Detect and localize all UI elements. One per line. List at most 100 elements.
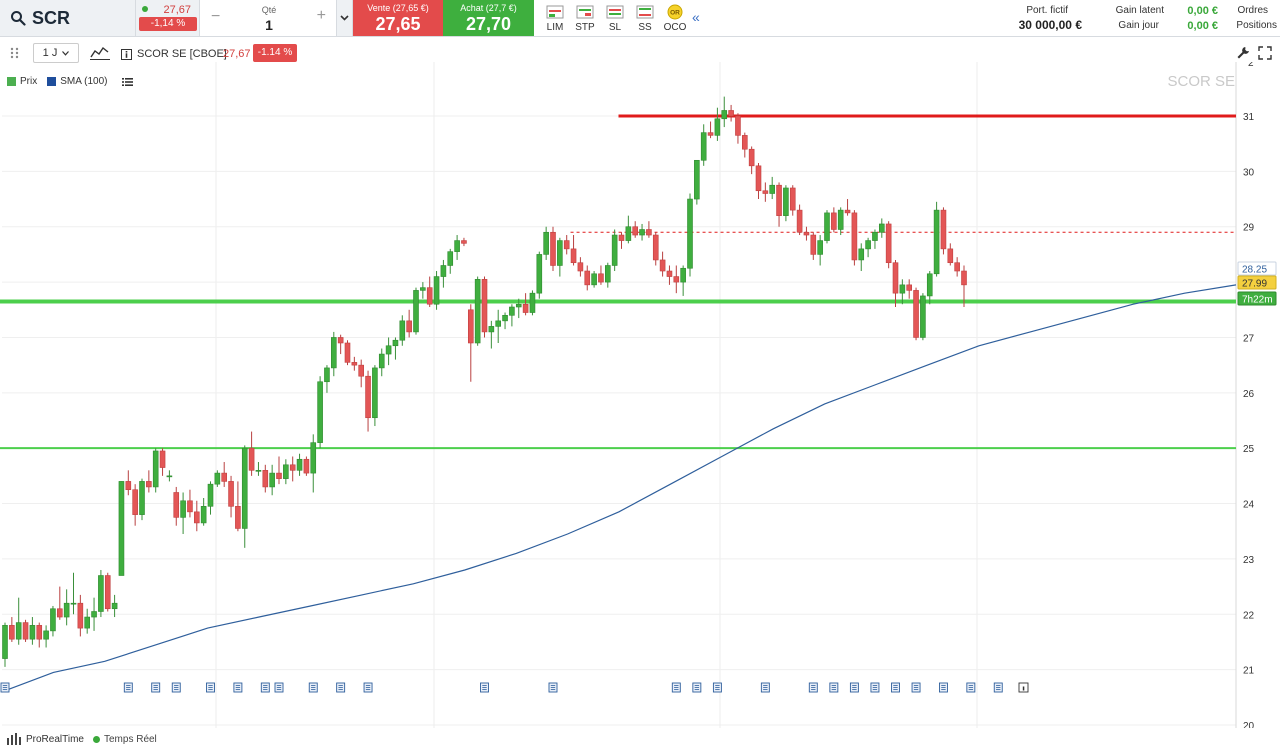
news-marker-icon[interactable] bbox=[692, 682, 702, 693]
candle-body[interactable] bbox=[125, 481, 132, 491]
candle-body[interactable] bbox=[91, 611, 97, 618]
candle-body[interactable] bbox=[796, 209, 803, 233]
candle-body[interactable] bbox=[15, 622, 22, 640]
candle-body[interactable] bbox=[426, 287, 433, 305]
candle-body[interactable] bbox=[680, 267, 686, 283]
period-selector[interactable]: 1 J bbox=[33, 43, 79, 63]
news-marker-icon[interactable] bbox=[308, 682, 318, 693]
candle-body[interactable] bbox=[29, 625, 36, 640]
quantity-stepper[interactable]: − Qté 1 + bbox=[201, 0, 337, 36]
chart-type-icon[interactable] bbox=[89, 45, 111, 66]
order-type-sl[interactable]: SL bbox=[600, 0, 630, 36]
candle-body[interactable] bbox=[646, 229, 652, 236]
candle-body[interactable] bbox=[584, 270, 591, 286]
candle-body[interactable] bbox=[310, 442, 317, 474]
candle-body[interactable] bbox=[146, 481, 152, 488]
news-marker-icon[interactable] bbox=[548, 682, 558, 693]
wrench-icon[interactable] bbox=[1236, 46, 1250, 65]
candle-body[interactable] bbox=[755, 165, 762, 192]
symbol-search[interactable]: SCR bbox=[0, 0, 136, 36]
candle-body[interactable] bbox=[358, 364, 365, 377]
candle-body[interactable] bbox=[187, 500, 193, 513]
candle-body[interactable] bbox=[577, 262, 584, 272]
candle-body[interactable] bbox=[433, 276, 440, 305]
news-marker-icon[interactable] bbox=[849, 682, 859, 693]
candle-body[interactable] bbox=[221, 472, 227, 482]
candle-body[interactable] bbox=[831, 212, 837, 230]
candle-body[interactable] bbox=[673, 276, 680, 283]
candle-body[interactable] bbox=[461, 240, 467, 244]
candle-body[interactable] bbox=[632, 226, 639, 236]
candle-body[interactable] bbox=[550, 231, 556, 266]
candle-body[interactable] bbox=[63, 602, 70, 618]
candle-body[interactable] bbox=[22, 622, 29, 640]
candle-body[interactable] bbox=[262, 470, 269, 488]
candle-body[interactable] bbox=[721, 110, 728, 120]
candle-body[interactable] bbox=[543, 231, 549, 255]
candle-body[interactable] bbox=[351, 362, 358, 366]
candle-body[interactable] bbox=[296, 458, 303, 471]
candle-body[interactable] bbox=[118, 481, 125, 576]
news-marker-icon[interactable] bbox=[0, 682, 10, 693]
sma-line[interactable] bbox=[1, 284, 1237, 693]
candle-body[interactable] bbox=[50, 608, 56, 632]
candle-body[interactable] bbox=[618, 234, 625, 241]
candle-body[interactable] bbox=[837, 209, 844, 230]
candle-body[interactable] bbox=[714, 118, 721, 136]
collapse-toolbar-button[interactable]: « bbox=[692, 9, 700, 25]
candle-body[interactable] bbox=[659, 259, 666, 272]
candle-body[interactable] bbox=[440, 265, 447, 277]
news-marker-icon[interactable] bbox=[671, 682, 681, 693]
candle-body[interactable] bbox=[378, 353, 385, 369]
candle-body[interactable] bbox=[235, 506, 241, 529]
candle-body[interactable] bbox=[269, 472, 275, 488]
candle-body[interactable] bbox=[557, 240, 563, 266]
orders-link[interactable]: Ordres bbox=[1237, 5, 1268, 16]
candle-body[interactable] bbox=[159, 450, 166, 468]
candle-body[interactable] bbox=[591, 273, 597, 286]
candle-body[interactable] bbox=[56, 608, 63, 618]
candle-body[interactable] bbox=[447, 251, 454, 266]
news-marker-icon[interactable] bbox=[260, 682, 270, 693]
candle-body[interactable] bbox=[776, 184, 782, 216]
candle-body[interactable] bbox=[892, 262, 899, 294]
candle-body[interactable] bbox=[111, 602, 118, 610]
news-marker-icon[interactable] bbox=[363, 682, 373, 693]
candle-body[interactable] bbox=[639, 229, 645, 236]
candle-body[interactable] bbox=[598, 273, 604, 283]
candle-body[interactable] bbox=[399, 320, 406, 341]
candle-body[interactable] bbox=[947, 248, 954, 264]
candle-body[interactable] bbox=[536, 254, 543, 294]
candle-body[interactable] bbox=[522, 303, 529, 313]
candle-body[interactable] bbox=[324, 367, 330, 383]
candle-body[interactable] bbox=[803, 231, 810, 236]
news-marker-icon[interactable] bbox=[808, 682, 818, 693]
candle-body[interactable] bbox=[933, 209, 940, 275]
news-marker-icon[interactable] bbox=[274, 682, 284, 693]
news-marker-icon[interactable] bbox=[123, 682, 133, 693]
order-type-lim[interactable]: LIM bbox=[540, 0, 570, 36]
candle-body[interactable] bbox=[748, 148, 755, 167]
news-marker-icon[interactable] bbox=[233, 682, 243, 693]
news-marker-icon[interactable] bbox=[206, 682, 215, 693]
sell-button[interactable]: Vente (27,65 €) 27,65 bbox=[353, 0, 443, 36]
candle-body[interactable] bbox=[104, 575, 111, 610]
candle-body[interactable] bbox=[611, 234, 618, 266]
candle-body[interactable] bbox=[961, 270, 967, 286]
candle-body[interactable] bbox=[844, 209, 851, 214]
candle-body[interactable] bbox=[810, 234, 817, 255]
news-marker-icon[interactable] bbox=[480, 682, 489, 693]
candle-body[interactable] bbox=[570, 248, 577, 264]
candle-body[interactable] bbox=[337, 337, 344, 344]
candle-body[interactable] bbox=[817, 240, 823, 255]
grip-icon[interactable] bbox=[8, 46, 22, 65]
list-icon[interactable] bbox=[122, 74, 133, 92]
candle-body[interactable] bbox=[666, 270, 673, 277]
candle-body[interactable] bbox=[365, 375, 371, 419]
candle-body[interactable] bbox=[289, 464, 296, 471]
candle-body[interactable] bbox=[824, 212, 830, 241]
candle-body[interactable] bbox=[372, 367, 378, 419]
news-marker-icon[interactable] bbox=[151, 682, 161, 693]
candle-body[interactable] bbox=[769, 184, 776, 194]
news-marker-icon[interactable] bbox=[939, 682, 948, 693]
